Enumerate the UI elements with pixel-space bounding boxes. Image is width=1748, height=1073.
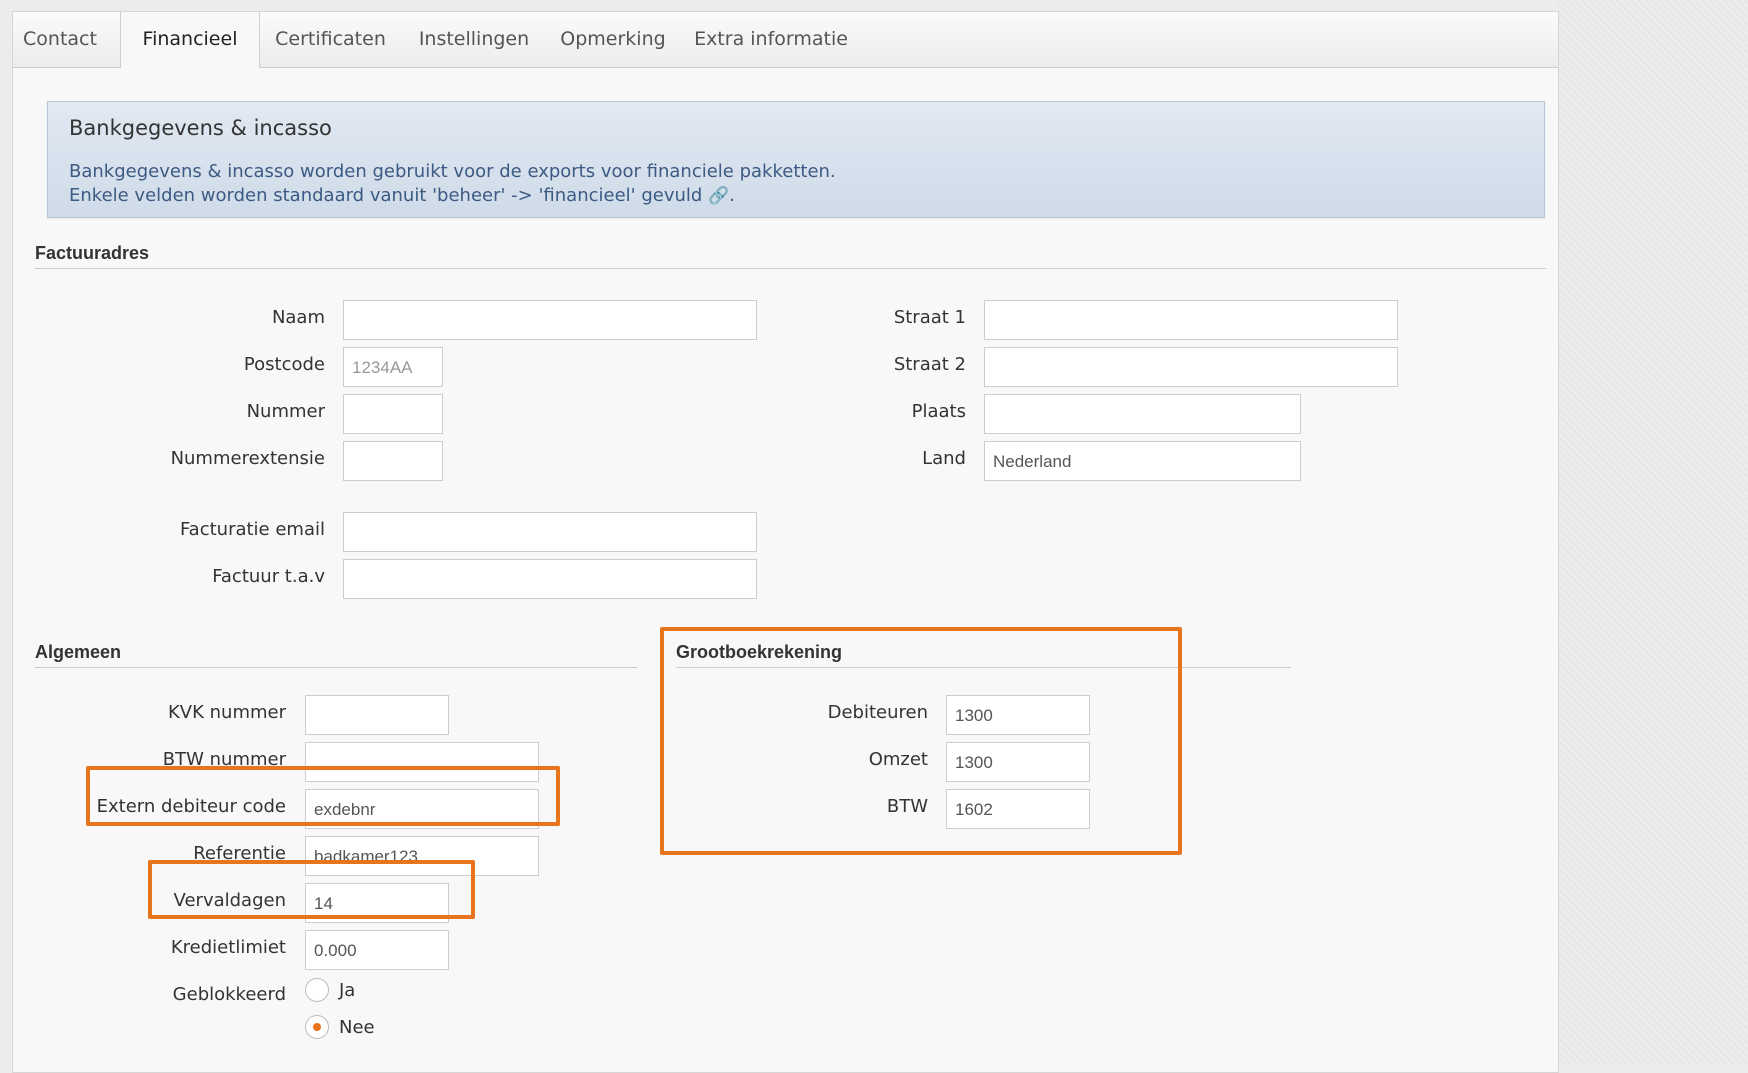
land-label: Land [922,448,966,469]
factuur-tav-input[interactable] [343,559,757,599]
straat1-input[interactable] [984,300,1398,340]
highlight-vervaldagen [148,860,475,919]
naam-label: Naam [271,307,325,328]
straat2-input[interactable] [984,347,1398,387]
info-line-2-end: . [729,185,735,206]
tab-contact[interactable]: Contact [13,12,107,67]
kvk-label: KVK nummer [167,702,286,723]
postcode-label: Postcode [243,354,325,375]
highlight-extern-debiteur [86,766,560,826]
geblokkeerd-label: Geblokkeerd [172,984,286,1005]
radio-nee-label: Nee [339,1017,375,1038]
straat1-label: Straat 1 [893,307,966,328]
plaats-input[interactable] [984,394,1301,434]
highlight-grootboekrekening [660,627,1182,855]
land-input[interactable]: Nederland [984,441,1301,481]
nummerextensie-input[interactable] [343,441,443,481]
tab-financieel[interactable]: Financieel [120,12,260,68]
link-icon[interactable]: 🔗 [708,186,729,206]
tab-bar: Contact Financieel Certificaten Instelli… [13,12,1558,68]
section-factuuradres: Factuuradres [35,243,150,263]
tab-certificaten[interactable]: Certificaten [263,12,398,67]
tab-instellingen[interactable]: Instellingen [406,12,542,67]
info-title: Bankgegevens & incasso [69,116,332,140]
tab-extra-informatie[interactable]: Extra informatie [685,12,857,67]
facturatie-email-label: Facturatie email [179,519,325,540]
kredietlimiet-input[interactable]: 0.000 [305,930,449,970]
nummerextensie-label: Nummerextensie [170,448,325,469]
info-line-2-text: Enkele velden worden standaard vanuit 'b… [69,185,703,206]
plaats-label: Plaats [911,401,966,422]
facturatie-email-input[interactable] [343,512,757,552]
radio-ja[interactable] [305,978,329,1002]
postcode-input[interactable]: 1234AA [343,347,443,387]
kredietlimiet-label: Kredietlimiet [170,937,286,958]
radio-ja-label: Ja [339,980,356,1001]
nummer-label: Nummer [246,401,325,422]
info-line-2: Enkele velden worden standaard vanuit 'b… [69,185,735,206]
background-texture [1558,0,1748,1064]
info-box: Bankgegevens & incasso Bankgegevens & in… [47,101,1545,218]
radio-nee[interactable] [305,1015,329,1039]
tab-opmerking[interactable]: Opmerking [548,12,678,67]
divider [35,667,637,668]
info-line-1: Bankgegevens & incasso worden gebruikt v… [69,161,836,182]
divider [35,268,1546,269]
naam-input[interactable] [343,300,757,340]
nummer-input[interactable] [343,394,443,434]
section-algemeen: Algemeen [35,642,122,662]
kvk-input[interactable] [305,695,449,735]
main-panel: Contact Financieel Certificaten Instelli… [12,11,1559,1073]
factuur-tav-label: Factuur t.a.v [212,566,325,587]
straat2-label: Straat 2 [893,354,966,375]
